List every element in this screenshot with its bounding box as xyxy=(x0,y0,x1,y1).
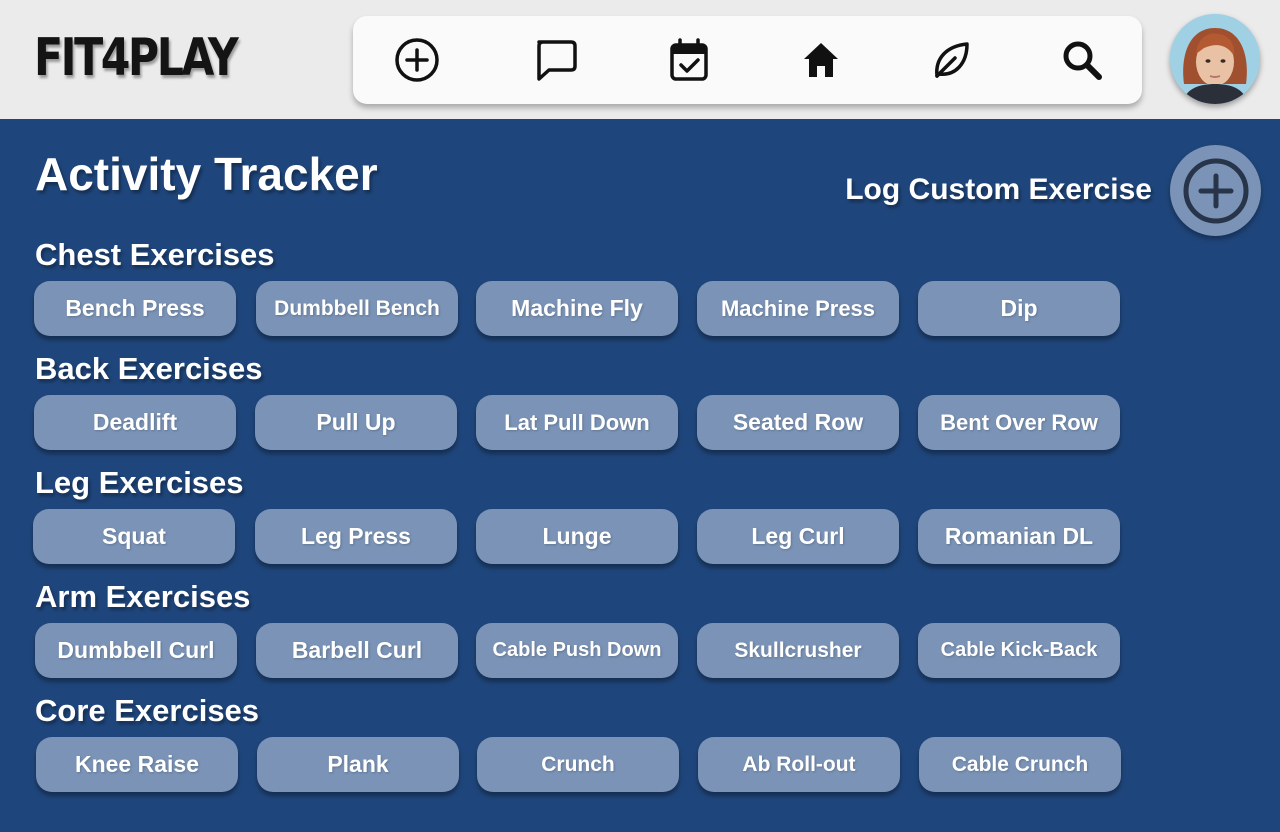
leaf-icon xyxy=(935,42,969,78)
exercise-chip[interactable]: Leg Press xyxy=(255,509,457,564)
nav-bar xyxy=(353,16,1142,104)
exercise-chip[interactable]: Seated Row xyxy=(697,395,899,450)
add-nav-button[interactable] xyxy=(389,32,445,88)
exercise-chip[interactable]: Bent Over Row xyxy=(918,395,1120,450)
exercise-chip[interactable]: Lunge xyxy=(476,509,678,564)
messages-nav-button[interactable] xyxy=(527,32,583,88)
exercise-chip[interactable]: Skullcrusher xyxy=(697,623,899,678)
exercise-chip[interactable]: Crunch xyxy=(477,737,679,792)
exercise-chip[interactable]: Plank xyxy=(257,737,459,792)
user-avatar[interactable] xyxy=(1170,14,1260,104)
search-nav-button[interactable] xyxy=(1054,32,1110,88)
calendar-nav-button[interactable] xyxy=(661,32,717,88)
exercise-chip[interactable]: Pull Up xyxy=(255,395,457,450)
section-title-core: Core Exercises xyxy=(35,693,260,728)
exercise-chip[interactable]: Machine Fly xyxy=(476,281,678,336)
exercise-chip[interactable]: Lat Pull Down xyxy=(476,395,678,450)
plus-circle-icon xyxy=(395,38,439,82)
plus-circle-icon xyxy=(1183,158,1248,223)
exercise-chip[interactable]: Squat xyxy=(33,509,235,564)
nutrition-nav-button[interactable] xyxy=(923,32,979,88)
search-icon xyxy=(1063,41,1102,80)
log-custom-exercise-button[interactable] xyxy=(1170,145,1261,236)
calendar-check-icon xyxy=(670,38,708,81)
exercise-chip[interactable]: Bench Press xyxy=(34,281,236,336)
app-logo[interactable]: FIT4PLAY xyxy=(34,28,239,88)
exercise-chip[interactable]: Dumbbell Curl xyxy=(35,623,237,678)
log-custom-exercise-label: Log Custom Exercise xyxy=(845,173,1152,206)
section-title-chest: Chest Exercises xyxy=(35,237,275,272)
home-nav-button[interactable] xyxy=(793,32,849,88)
exercise-chip[interactable]: Knee Raise xyxy=(36,737,238,792)
exercise-chip[interactable]: Deadlift xyxy=(34,395,236,450)
exercise-chip[interactable]: Cable Crunch xyxy=(919,737,1121,792)
exercise-chip[interactable]: Machine Press xyxy=(697,281,899,336)
exercise-chip[interactable]: Ab Roll-out xyxy=(698,737,900,792)
home-icon xyxy=(804,43,838,77)
exercise-chip[interactable]: Cable Kick-Back xyxy=(918,623,1120,678)
section-title-arm: Arm Exercises xyxy=(35,579,251,614)
exercise-chip[interactable]: Dumbbell Bench xyxy=(256,281,458,336)
exercise-chip[interactable]: Leg Curl xyxy=(697,509,899,564)
exercise-chip[interactable]: Cable Push Down xyxy=(476,623,678,678)
exercise-chip[interactable]: Romanian DL xyxy=(918,509,1120,564)
section-title-leg: Leg Exercises xyxy=(35,465,244,500)
exercise-chip[interactable]: Dip xyxy=(918,281,1120,336)
page-title: Activity Tracker xyxy=(35,148,378,200)
section-title-back: Back Exercises xyxy=(35,351,263,386)
exercise-chip[interactable]: Barbell Curl xyxy=(256,623,458,678)
header: FIT4PLAY xyxy=(0,0,1280,119)
chat-bubble-icon xyxy=(537,40,577,81)
